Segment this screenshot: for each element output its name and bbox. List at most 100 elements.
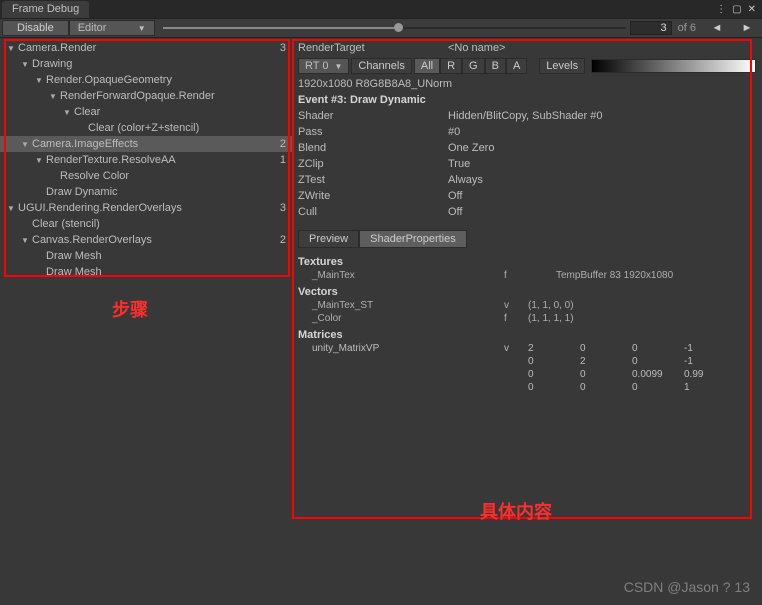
- foldout-icon[interactable]: ▼: [62, 108, 72, 117]
- tree-row[interactable]: Draw Mesh: [0, 248, 292, 264]
- property-value: #0: [448, 126, 460, 138]
- shader-prop-name: _MainTex_ST: [298, 300, 504, 311]
- tree-row-label: Render.OpaqueGeometry: [44, 74, 286, 86]
- matrix-cell: 0: [528, 382, 580, 393]
- tree-row[interactable]: ▼Drawing: [0, 56, 292, 72]
- foldout-icon[interactable]: ▼: [20, 140, 30, 149]
- prev-event-button[interactable]: ◄: [702, 22, 732, 34]
- close-icon[interactable]: ✕: [748, 4, 756, 15]
- event-number-input[interactable]: 3: [630, 21, 672, 35]
- shader-prop-type: v: [504, 300, 528, 311]
- tree-row-label: RenderForwardOpaque.Render: [58, 90, 286, 102]
- matrix-cell: 0: [580, 382, 632, 393]
- resolution-label: 1920x1080 R8G8B8A8_UNorm: [292, 76, 762, 92]
- tree-row[interactable]: Draw Mesh: [0, 264, 292, 280]
- shader-prop-value: (1, 1, 0, 0): [528, 300, 756, 311]
- tree-row[interactable]: Clear (color+Z+stencil): [0, 120, 292, 136]
- property-value: One Zero: [448, 142, 494, 154]
- property-key: Shader: [298, 110, 448, 122]
- event-total-label: of 6: [672, 22, 702, 34]
- matrix-cell: 2: [580, 356, 632, 367]
- matrix-cell: 0: [528, 369, 580, 380]
- rt-dropdown[interactable]: RT 0 ▼: [298, 58, 349, 74]
- tree-row[interactable]: ▼UGUI.Rendering.RenderOverlays3: [0, 200, 292, 216]
- channel-all-button[interactable]: All: [414, 58, 440, 74]
- tree-row-label: Drawing: [30, 58, 286, 70]
- tree-row-count: 2: [276, 234, 286, 246]
- tree-row[interactable]: ▼Camera.Render3: [0, 40, 292, 56]
- property-value: True: [448, 158, 470, 170]
- foldout-icon[interactable]: ▼: [6, 44, 16, 53]
- window-controls: ⋮ ▢ ✕: [716, 4, 762, 15]
- tree-row[interactable]: Clear (stencil): [0, 216, 292, 232]
- event-slider[interactable]: [155, 27, 630, 29]
- levels-label: Levels: [539, 58, 585, 74]
- shader-prop-type: f: [504, 313, 528, 324]
- property-row: Pass#0: [292, 124, 762, 140]
- tree-row[interactable]: ▼RenderTexture.ResolveAA1: [0, 152, 292, 168]
- tree-row[interactable]: Draw Dynamic: [0, 184, 292, 200]
- matrix-cell: 0: [632, 343, 684, 354]
- window-tab[interactable]: Frame Debug: [2, 1, 89, 18]
- tree-row[interactable]: ▼Render.OpaqueGeometry: [0, 72, 292, 88]
- foldout-icon[interactable]: ▼: [20, 60, 30, 69]
- tree-row-label: Camera.Render: [16, 42, 276, 54]
- matrix-row: unity_MatrixVPv200-1: [292, 342, 762, 355]
- disable-button[interactable]: Disable: [2, 20, 69, 36]
- shader-prop-name: _Color: [298, 313, 504, 324]
- editor-dropdown[interactable]: Editor ▼: [69, 20, 155, 36]
- property-key: Pass: [298, 126, 448, 138]
- channel-g-button[interactable]: G: [462, 58, 485, 74]
- tree-row-count: 3: [276, 42, 286, 54]
- property-key: Cull: [298, 206, 448, 218]
- tree-row-label: Camera.ImageEffects: [30, 138, 276, 150]
- maximize-icon[interactable]: ▢: [732, 4, 741, 15]
- matrix-cell: 0: [580, 369, 632, 380]
- matrix-type: v: [504, 343, 528, 354]
- shader-properties-tab[interactable]: ShaderProperties: [359, 230, 467, 248]
- shader-property-row: _MainTexfTempBuffer 83 1920x1080: [292, 269, 762, 282]
- matrix-cell: 0.0099: [632, 369, 684, 380]
- tree-row-label: Canvas.RenderOverlays: [30, 234, 276, 246]
- tree-row[interactable]: Resolve Color: [0, 168, 292, 184]
- tree-row[interactable]: ▼Camera.ImageEffects2: [0, 136, 292, 152]
- tree-row-label: Resolve Color: [58, 170, 286, 182]
- title-bar: Frame Debug ⋮ ▢ ✕: [0, 0, 762, 18]
- render-target-name: <No name>: [448, 42, 505, 54]
- channels-label: Channels: [351, 58, 411, 74]
- foldout-icon[interactable]: ▼: [48, 92, 58, 101]
- shader-prop-name: _MainTex: [298, 270, 504, 281]
- matrix-cell: 0: [528, 356, 580, 367]
- levels-slider[interactable]: [591, 59, 756, 73]
- foldout-icon[interactable]: ▼: [34, 76, 44, 85]
- tree-row-label: RenderTexture.ResolveAA: [44, 154, 276, 166]
- menu-icon[interactable]: ⋮: [716, 4, 726, 15]
- foldout-icon[interactable]: ▼: [20, 236, 30, 245]
- textures-header: Textures: [292, 252, 762, 269]
- tree-row[interactable]: ▼Clear: [0, 104, 292, 120]
- matrix-cell: 0: [632, 382, 684, 393]
- toolbar: Disable Editor ▼ 3 of 6 ◄ ►: [0, 18, 762, 38]
- property-row: ZClipTrue: [292, 156, 762, 172]
- annotation-left-label: 步骤: [112, 296, 148, 322]
- property-value: Off: [448, 190, 462, 202]
- editor-dropdown-label: Editor: [78, 22, 107, 34]
- channel-r-button[interactable]: R: [440, 58, 462, 74]
- channel-b-button[interactable]: B: [485, 58, 506, 74]
- foldout-icon[interactable]: ▼: [34, 156, 44, 165]
- channel-a-button[interactable]: A: [506, 58, 527, 74]
- tree-row-count: 3: [276, 202, 286, 214]
- tree-row-label: Clear (stencil): [30, 218, 286, 230]
- next-event-button[interactable]: ►: [732, 22, 762, 34]
- preview-tab[interactable]: Preview: [298, 230, 359, 248]
- shader-prop-value: TempBuffer 83 1920x1080: [528, 270, 756, 281]
- matrix-row: 000.00990.99: [292, 368, 762, 381]
- tree-row-label: Clear (color+Z+stencil): [86, 122, 286, 134]
- tree-row[interactable]: ▼RenderForwardOpaque.Render: [0, 88, 292, 104]
- matrix-row: 0001: [292, 381, 762, 394]
- foldout-icon[interactable]: ▼: [6, 204, 16, 213]
- tree-row[interactable]: ▼Canvas.RenderOverlays2: [0, 232, 292, 248]
- property-row: BlendOne Zero: [292, 140, 762, 156]
- tree-row-label: Draw Dynamic: [44, 186, 286, 198]
- property-key: ZWrite: [298, 190, 448, 202]
